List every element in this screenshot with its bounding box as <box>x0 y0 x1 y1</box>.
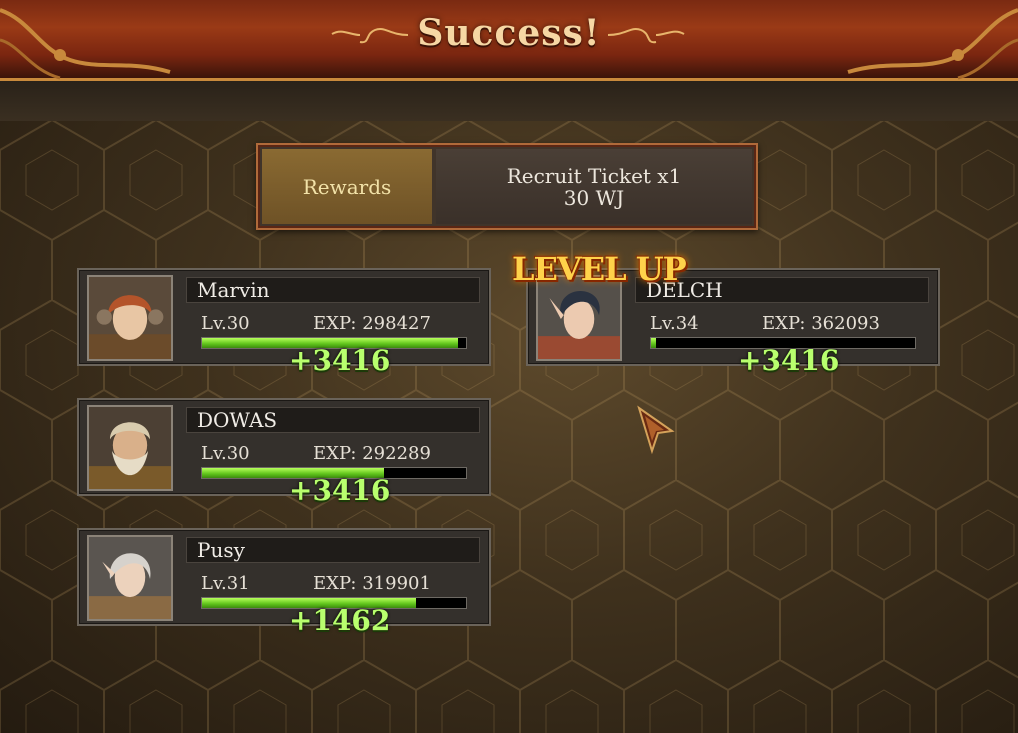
character-level: Lv.34 <box>650 313 699 334</box>
rewards-content: Recruit Ticket x1 30 WJ <box>436 149 752 224</box>
character-portrait-icon <box>89 277 171 359</box>
character-card-pusy[interactable]: Pusy Lv.31 EXP: 319901 +1462 <box>77 528 491 637</box>
exp-gain: +3416 <box>738 344 840 377</box>
exp-gain: +1462 <box>289 604 391 637</box>
character-level: Lv.30 <box>201 443 250 464</box>
title-banner: Success! <box>0 0 1018 81</box>
exp-gain: +3416 <box>289 474 391 507</box>
character-portrait-icon <box>89 537 171 619</box>
character-card-dowas[interactable]: DOWAS Lv.30 EXP: 292289 +3416 <box>77 398 491 507</box>
rewards-panel: Rewards Recruit Ticket x1 30 WJ <box>256 143 758 230</box>
character-exp: EXP: 298427 <box>313 313 431 334</box>
exp-gain: +3416 <box>289 344 391 377</box>
character-exp: EXP: 319901 <box>313 573 431 594</box>
level-up-badge: LEVEL UP <box>512 250 687 288</box>
exp-progress-fill <box>651 338 657 348</box>
character-card-marvin[interactable]: Marvin Lv.30 EXP: 298427 +3416 <box>77 268 491 377</box>
reward-item-currency: 30 WJ <box>563 185 625 210</box>
character-name: Pusy <box>186 537 480 563</box>
character-level: Lv.30 <box>201 313 250 334</box>
character-exp: EXP: 292289 <box>313 443 431 464</box>
avatar <box>87 275 173 361</box>
character-name: DOWAS <box>186 407 480 433</box>
avatar <box>87 535 173 621</box>
character-portrait-icon <box>89 407 171 489</box>
cursor-pointer-icon <box>637 405 675 455</box>
character-level: Lv.31 <box>201 573 250 594</box>
character-exp: EXP: 362093 <box>762 313 880 334</box>
rewards-label: Rewards <box>262 149 432 224</box>
avatar <box>87 405 173 491</box>
character-portrait-icon <box>538 277 620 359</box>
character-name: Marvin <box>186 277 480 303</box>
reward-item-ticket: Recruit Ticket x1 <box>506 163 682 188</box>
page-title: Success! <box>417 12 601 54</box>
banner-shadow-strip <box>0 81 1018 121</box>
